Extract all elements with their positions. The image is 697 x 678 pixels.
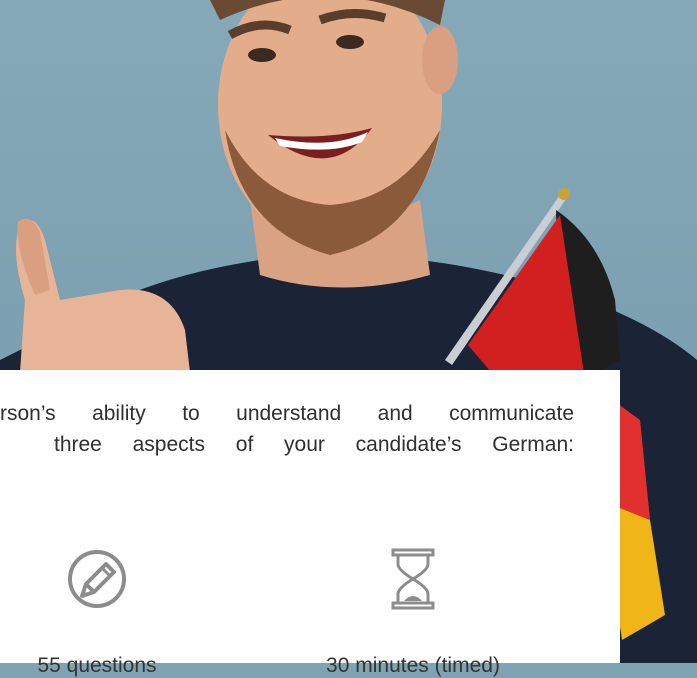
stat-duration: 30 minutes (timed) [318,546,508,678]
hourglass-icon [391,548,435,610]
info-card: rson’s ability to understand and communi… [0,370,620,677]
intro-paragraph: rson’s ability to understand and communi… [0,398,574,460]
stat-questions: 55 questions [2,546,192,678]
stat-duration-label: 30 minutes (timed) [326,654,500,677]
stat-questions-label: 55 questions [37,654,157,677]
intro-line-2: three aspects of your candidate’s German… [54,433,574,456]
intro-line-1: rson’s ability to understand and communi… [0,402,574,425]
pencil-circle-icon [68,550,126,608]
